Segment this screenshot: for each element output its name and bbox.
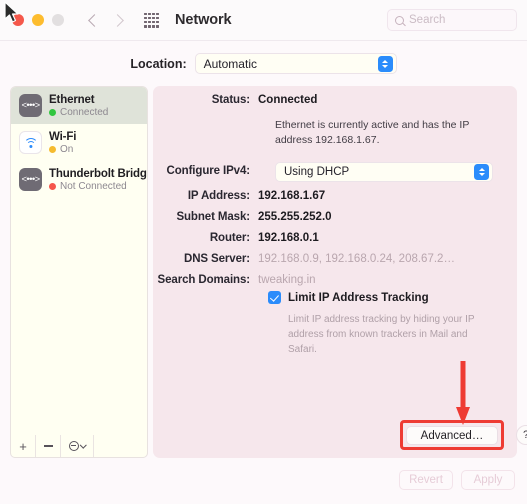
status-description: Ethernet is currently active and has the… [275, 119, 470, 147]
dns-server-row: DNS Server: 192.168.0.9, 192.168.0.24, 2… [153, 253, 455, 265]
chevron-down-icon [79, 441, 87, 448]
router-row: Router: 192.168.0.1 [153, 232, 319, 244]
search-icon [395, 15, 404, 25]
ethernet-icon: <•••> [19, 168, 42, 191]
location-row: Location: Automatic [0, 53, 527, 74]
location-value: Automatic [203, 56, 257, 71]
search-domains-value: tweaking.in [258, 274, 316, 286]
page-title: Network [175, 12, 232, 28]
sidebar-item-ethernet[interactable]: <•••> Ethernet Connected [11, 87, 147, 124]
sidebar-item-thunderbolt-bridge[interactable]: <•••> Thunderbolt Bridge Not Connected [11, 161, 147, 198]
chevron-updown-icon [377, 55, 393, 72]
ip-address-label: IP Address: [187, 190, 250, 202]
interface-detail-panel: Status: Connected Ethernet is currently … [153, 86, 527, 458]
status-dot [49, 182, 56, 190]
search-input[interactable]: Search [387, 9, 517, 31]
minimize-window-button[interactable] [32, 14, 44, 26]
location-label: Location: [130, 56, 187, 71]
limit-ip-tracking-checkbox[interactable] [268, 291, 281, 304]
dns-server-label: DNS Server: [183, 253, 250, 265]
subnet-mask-label: Subnet Mask: [176, 211, 250, 223]
traffic-lights [12, 14, 64, 26]
subnet-mask-row: Subnet Mask: 255.255.252.0 [153, 211, 332, 223]
configure-ipv4-select[interactable]: Using DHCP [275, 162, 493, 182]
configure-ipv4-label-row: Configure IPv4: [153, 165, 258, 177]
status-dot [49, 145, 56, 153]
forward-button[interactable] [111, 13, 124, 27]
advanced-button-group: Advanced… ? [400, 420, 527, 450]
add-interface-button[interactable]: + [11, 435, 36, 457]
sidebar-item-label: Ethernet [49, 93, 95, 106]
minus-icon [43, 445, 53, 447]
router-label: Router: [209, 232, 250, 244]
maximize-window-button[interactable] [52, 14, 64, 26]
search-domains-row: Search Domains: tweaking.in [153, 274, 316, 286]
footer-buttons: Revert Apply [399, 470, 515, 490]
sidebar-item-status: On [49, 144, 76, 155]
window-toolbar: Network Search [0, 0, 527, 41]
circle-minus-icon [68, 441, 79, 451]
sidebar-item-status: Not Connected [49, 181, 147, 192]
status-row: Status: Connected [153, 94, 318, 106]
close-window-button[interactable] [12, 14, 24, 26]
dns-server-value: 192.168.0.9, 192.168.0.24, 208.67.2… [258, 253, 455, 265]
status-value: Connected [258, 94, 318, 106]
revert-button[interactable]: Revert [399, 470, 453, 490]
router-value: 192.168.0.1 [258, 232, 319, 244]
sidebar-item-label: Wi-Fi [49, 130, 77, 143]
status-label: Status: [211, 94, 250, 106]
network-interface-sidebar: <•••> Ethernet Connected Wi-Fi On <•••> … [10, 86, 148, 458]
configure-ipv4-value: Using DHCP [284, 166, 350, 178]
limit-ip-tracking-row[interactable]: Limit IP Address Tracking [268, 291, 429, 304]
limit-ip-tracking-label: Limit IP Address Tracking [288, 291, 429, 304]
help-button[interactable]: ? [516, 425, 527, 445]
sidebar-footer: + [10, 435, 148, 458]
limit-ip-tracking-help: Limit IP address tracking by hiding your… [288, 314, 475, 355]
ip-address-row: IP Address: 192.168.1.67 [153, 190, 325, 202]
ethernet-icon: <•••> [19, 94, 42, 117]
interface-actions-menu[interactable] [61, 435, 94, 457]
sidebar-item-wifi[interactable]: Wi-Fi On [11, 124, 147, 161]
grid-apps-icon[interactable] [144, 12, 159, 28]
subnet-mask-value: 255.255.252.0 [258, 211, 332, 223]
search-domains-label: Search Domains: [157, 274, 251, 286]
wifi-icon [19, 131, 42, 154]
back-button[interactable] [88, 13, 101, 27]
sidebar-item-label: Thunderbolt Bridge [49, 167, 148, 180]
annotation-highlight-box [400, 420, 504, 450]
configure-ipv4-label: Configure IPv4: [166, 165, 251, 177]
chevron-updown-icon [474, 164, 489, 180]
remove-interface-button[interactable] [36, 435, 61, 457]
status-dot [49, 108, 56, 116]
location-select[interactable]: Automatic [194, 53, 397, 74]
ip-address-value: 192.168.1.67 [258, 190, 326, 202]
sidebar-footer-spacer [94, 435, 147, 457]
navigation-arrows [88, 13, 124, 27]
interface-list: <•••> Ethernet Connected Wi-Fi On <•••> … [11, 87, 147, 198]
sidebar-item-status: Connected [49, 107, 108, 118]
search-placeholder: Search [409, 14, 446, 26]
apply-button[interactable]: Apply [461, 470, 515, 490]
